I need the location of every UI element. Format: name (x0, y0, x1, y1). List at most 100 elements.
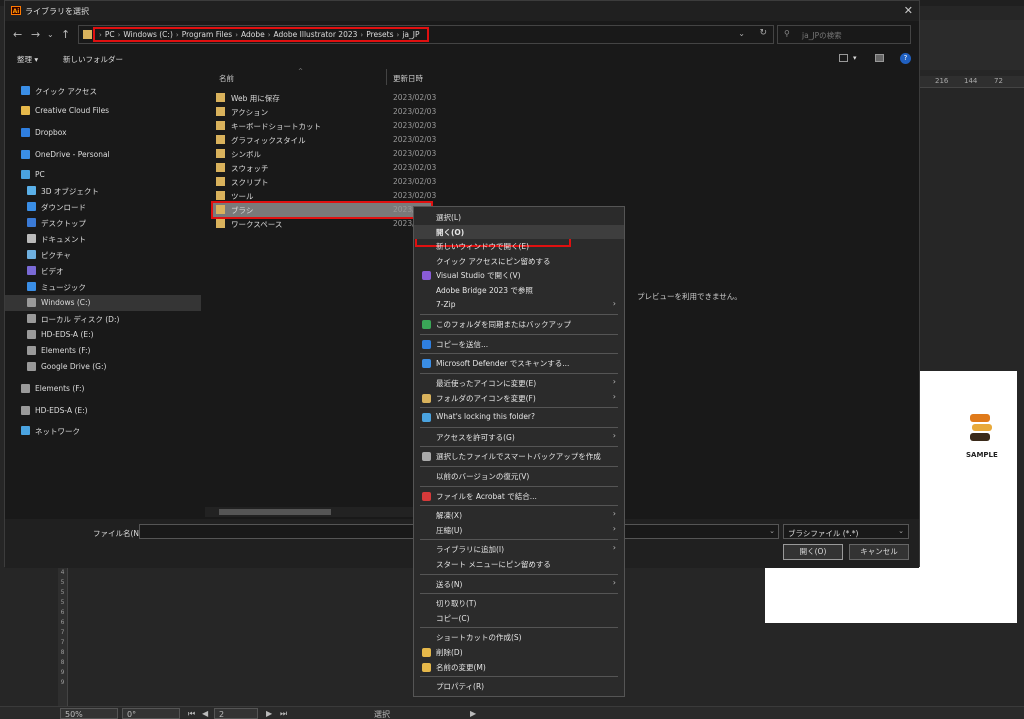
menu-item[interactable]: 7-Zip › (414, 298, 624, 312)
scroll-thumb[interactable] (219, 509, 331, 515)
folder-row[interactable]: グラフィックスタイル 2023/02/03 (213, 133, 436, 147)
folder-row[interactable]: ワークスペース2023/02/03 (213, 217, 436, 231)
status-arrow-icon[interactable]: ▶ (470, 709, 476, 718)
menu-item[interactable]: ショートカットの作成(S) (414, 630, 624, 644)
open-button[interactable]: 開く(O) (783, 544, 843, 560)
breadcrumb-item[interactable]: PC (105, 30, 115, 39)
sidebar-item[interactable]: デスクトップ (5, 215, 201, 231)
folder-row[interactable]: シンボル 2023/02/03 (213, 147, 436, 161)
page-field[interactable]: 2 (214, 708, 258, 719)
submenu-arrow-icon: › (612, 509, 616, 519)
sidebar-item[interactable]: ドキュメント (5, 231, 201, 247)
folder-row[interactable]: ツール 2023/02/03 (213, 189, 436, 203)
breadcrumb-item[interactable]: Adobe Illustrator 2023 (274, 30, 358, 39)
new-folder-button[interactable]: 新しいフォルダー (63, 54, 123, 65)
sidebar-item-label: ビデオ (41, 267, 64, 276)
breadcrumb-item[interactable]: Presets (366, 30, 393, 39)
view-dropdown-icon[interactable]: ▾ (853, 54, 857, 62)
cancel-button[interactable]: キャンセル (849, 544, 909, 560)
sidebar-item[interactable]: OneDrive - Personal (5, 147, 201, 163)
column-date[interactable]: 更新日時 (393, 73, 423, 84)
folder-row[interactable]: Web 用に保存 2023/02/03 (213, 91, 436, 105)
search-input[interactable]: ⚲ ja_JPの検索 (777, 25, 911, 44)
menu-item[interactable]: 解凍(X) › (414, 508, 624, 522)
menu-item[interactable]: 削除(D) (414, 645, 624, 659)
breadcrumb-item[interactable]: ja_JP (402, 30, 419, 39)
menu-item[interactable]: フォルダのアイコンを変更(F) › (414, 391, 624, 405)
menu-item[interactable]: 切り取り(T) (414, 596, 624, 610)
sidebar-item[interactable]: ミュージック (5, 279, 201, 295)
up-button[interactable]: ↑ (61, 28, 70, 41)
first-page-icon[interactable]: ⏮ (188, 709, 195, 719)
menu-item[interactable]: 開く(O) (414, 224, 624, 239)
view-options-icon[interactable] (839, 54, 848, 62)
horizontal-scrollbar[interactable] (205, 507, 415, 517)
navigation-bar: ← → ⌄ ↑ › PC › Windows (C:) › Program Files › A… (5, 23, 919, 47)
refresh-icon[interactable]: ↻ (759, 28, 767, 38)
menu-item[interactable]: このフォルダを同期またはバックアップ (414, 317, 624, 331)
menu-item[interactable]: What's locking this folder? (414, 410, 624, 424)
menu-item[interactable]: プロパティ(R) (414, 679, 624, 693)
menu-item[interactable]: 圧縮(U) › (414, 523, 624, 537)
folder-row[interactable]: アクション 2023/02/03 (213, 105, 436, 119)
menu-item[interactable]: ファイルを Acrobat で結合... (414, 489, 624, 503)
menu-item[interactable]: 名前の変更(M) (414, 660, 624, 674)
sidebar-item[interactable]: ビデオ (5, 263, 201, 279)
sidebar-item[interactable]: Google Drive (G:) (5, 359, 201, 375)
folder-row[interactable]: キーボードショートカット 2023/02/03 (213, 119, 436, 133)
folder-row[interactable]: ブラシ2023/02/03 (211, 201, 436, 219)
menu-item[interactable]: Visual Studio で開く(V) (414, 268, 624, 282)
menu-item[interactable]: 新しいウィンドウで開く(E) (414, 239, 624, 253)
rotation-field[interactable]: 0° (122, 708, 180, 719)
menu-item[interactable]: クイック アクセスにピン留めする (414, 254, 624, 268)
sidebar-item[interactable]: HD-EDS-A (E:) (5, 403, 201, 419)
menu-item[interactable]: Adobe Bridge 2023 で参照 (414, 283, 624, 297)
address-bar[interactable]: › PC › Windows (C:) › Program Files › Adobe › Ado… (78, 25, 774, 44)
back-button[interactable]: ← (13, 28, 22, 41)
sidebar-item[interactable]: Dropbox (5, 125, 201, 141)
sidebar-item[interactable]: クイック アクセス (5, 83, 201, 99)
forward-button[interactable]: → (31, 28, 40, 41)
zoom-field[interactable]: 50% (60, 708, 118, 719)
sidebar-item[interactable]: Windows (C:) (5, 295, 201, 311)
sidebar-item[interactable]: Elements (F:) (5, 381, 201, 397)
menu-item[interactable]: 以前のバージョンの復元(V) (414, 469, 624, 483)
menu-item[interactable]: スタート メニューにピン留めする (414, 557, 624, 571)
filename-dropdown-icon[interactable]: ⌄ (769, 527, 775, 535)
sidebar-item[interactable]: PC (5, 167, 201, 183)
last-page-icon[interactable]: ⏭ (280, 709, 287, 719)
menu-item[interactable]: ライブラリに追加(I) › (414, 542, 624, 556)
breadcrumb-item[interactable]: Adobe (241, 30, 265, 39)
help-icon[interactable]: ? (900, 53, 911, 64)
menu-item[interactable]: 最近使ったアイコンに変更(E) › (414, 376, 624, 390)
sidebar-item[interactable]: ダウンロード (5, 199, 201, 215)
sidebar-item[interactable]: HD-EDS-A (E:) (5, 327, 201, 343)
breadcrumb-item[interactable]: Windows (C:) (123, 30, 172, 39)
preview-pane-icon[interactable] (875, 54, 884, 62)
menu-item[interactable]: コピーを送信... (414, 337, 624, 351)
menu-item[interactable]: 選択したファイルでスマートバックアップを作成 (414, 449, 624, 463)
sidebar-item[interactable]: Elements (F:) (5, 343, 201, 359)
sidebar-item[interactable]: ネットワーク (5, 423, 201, 439)
menu-item[interactable]: 選択(L) (414, 210, 624, 224)
column-name[interactable]: 名前 (219, 73, 234, 84)
menu-item[interactable]: Microsoft Defender でスキャンする... (414, 356, 624, 370)
folder-row[interactable]: スウォッチ 2023/02/03 (213, 161, 436, 175)
breadcrumb-item[interactable]: Program Files (182, 30, 233, 39)
folder-row[interactable]: スクリプト 2023/02/03 (213, 175, 436, 189)
recent-locations-button[interactable]: ⌄ (47, 30, 54, 39)
next-page-icon[interactable]: ▶ (266, 709, 272, 718)
menu-item[interactable]: 送る(N) › (414, 577, 624, 591)
filetype-select[interactable]: ブラシファイル (*.*) ⌄ (783, 524, 909, 539)
sidebar-item[interactable]: ピクチャ (5, 247, 201, 263)
sidebar-item[interactable]: Creative Cloud Files (5, 103, 201, 119)
organize-button[interactable]: 整理 ▾ (17, 54, 38, 65)
menu-item[interactable]: アクセスを許可する(G) › (414, 430, 624, 444)
menu-item[interactable]: コピー(C) (414, 611, 624, 625)
close-button[interactable]: ✕ (904, 4, 913, 17)
sidebar-item[interactable]: 3D オブジェクト (5, 183, 201, 199)
column-divider[interactable] (386, 69, 387, 85)
address-history-button[interactable]: ⌄ (738, 29, 745, 38)
sidebar-item[interactable]: ローカル ディスク (D:) (5, 311, 201, 327)
prev-page-icon[interactable]: ◀ (202, 709, 208, 718)
